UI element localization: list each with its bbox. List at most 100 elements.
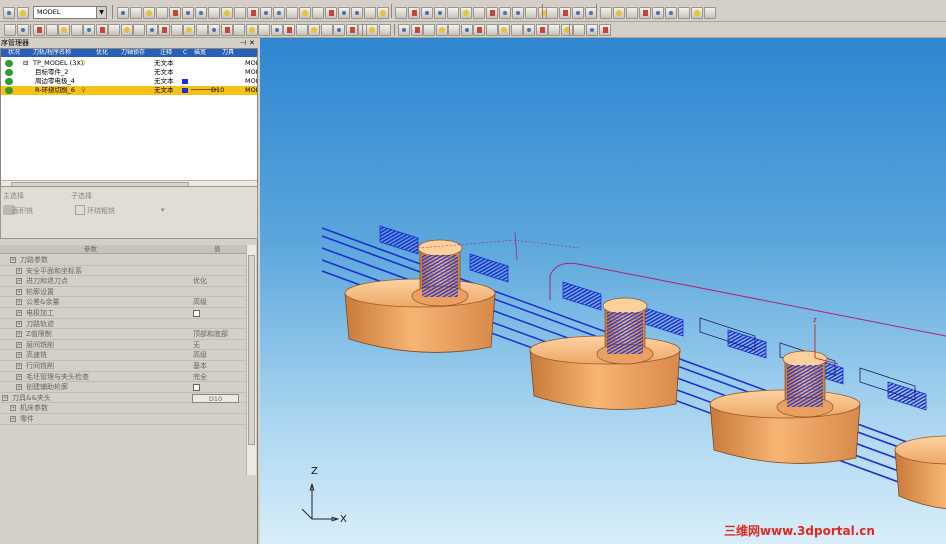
column-axis-lock[interactable]: 刀轴锁存 [121, 49, 145, 57]
toolbar-button-icon[interactable] [411, 24, 423, 36]
toolbar-button-icon[interactable] [599, 24, 611, 36]
toolbar-button-icon[interactable] [325, 7, 337, 19]
toolbar-button-icon[interactable] [260, 7, 272, 19]
tree-row[interactable]: 目标零件_2 无文本 MOD [1, 68, 257, 77]
toolbar-button-icon[interactable] [548, 24, 560, 36]
param-row[interactable]: + 轮廓设置 [0, 287, 246, 298]
toolbar-button-icon[interactable] [639, 7, 651, 19]
toolbar-button-icon[interactable] [573, 24, 585, 36]
toolbar-button-icon[interactable] [665, 7, 677, 19]
toolbar-button-icon[interactable] [117, 7, 129, 19]
toolbar-button-icon[interactable] [613, 7, 625, 19]
expand-icon[interactable]: + [16, 267, 22, 274]
toolbar-button-icon[interactable] [271, 24, 283, 36]
toolbar-button-icon[interactable] [286, 7, 298, 19]
toolbar-button-icon[interactable] [704, 7, 716, 19]
param-row[interactable]: + 安全平面和坐标系 [0, 266, 246, 277]
sub-select-value[interactable]: 环绕粗铣 [87, 206, 115, 216]
toolbar-button-icon[interactable] [473, 24, 485, 36]
toolbar-button-icon[interactable] [33, 24, 45, 36]
toolbar-button-icon[interactable] [652, 7, 664, 19]
param-row[interactable]: + 刀路参数 [0, 255, 246, 266]
toolbar-button-icon[interactable] [525, 7, 537, 19]
toolbar-button-icon[interactable] [133, 24, 145, 36]
param-row[interactable]: + 机床参数 [0, 403, 246, 414]
toolbar-button-icon[interactable] [338, 7, 350, 19]
toolbar-button-icon[interactable] [395, 7, 407, 19]
column-width[interactable]: 描宽 [194, 49, 206, 57]
toolbar-button-icon[interactable] [498, 24, 510, 36]
toolbar-button-icon[interactable] [221, 7, 233, 19]
toolbar-button-icon[interactable] [408, 7, 420, 19]
toolbar-button-icon[interactable] [600, 7, 612, 19]
toolbar-button-icon[interactable] [108, 24, 120, 36]
column-status[interactable]: 状况 [8, 49, 20, 57]
expand-icon[interactable]: + [16, 352, 22, 359]
toolbar-button-icon[interactable] [351, 7, 363, 19]
model-scene[interactable]: z [260, 38, 946, 544]
expand-icon[interactable]: + [16, 384, 22, 391]
column-optimize[interactable]: 优化 [96, 49, 108, 57]
expand-icon[interactable]: + [16, 310, 22, 316]
toolbar-button-icon[interactable] [143, 7, 155, 19]
tree-row-selected[interactable]: R-环绕切削_6 ♀ 无文本 ─────── D10 MOD [1, 86, 257, 95]
expand-icon[interactable]: + [16, 331, 22, 338]
toolbar-button-icon[interactable] [364, 7, 376, 19]
toolbar-button-icon[interactable] [486, 24, 498, 36]
tree-row[interactable]: 周边零电极_4 无文本 MOD [1, 77, 257, 86]
column-comment[interactable]: 注释 [160, 49, 172, 57]
toolbar-button-icon[interactable] [71, 24, 83, 36]
column-tool[interactable]: 刀具 [222, 49, 234, 57]
expand-icon[interactable]: + [16, 320, 22, 327]
toolbar-button-icon[interactable] [366, 24, 378, 36]
toolbar-button-icon[interactable] [146, 24, 158, 36]
param-row[interactable]: + 公差&余量 高级 [0, 297, 246, 308]
toolbar-button-icon[interactable] [559, 7, 571, 19]
column-name[interactable]: 刀轨/程序名称 [33, 49, 71, 57]
save-icon[interactable] [17, 7, 29, 19]
params-vscrollbar[interactable] [246, 245, 256, 475]
param-row[interactable]: + 进刀和退刀点 优化 [0, 276, 246, 287]
column-c[interactable]: C [183, 49, 187, 57]
toolbar-button-icon[interactable] [312, 7, 324, 19]
toolbar-button-icon[interactable] [398, 24, 410, 36]
toolbar-button-icon[interactable] [46, 24, 58, 36]
toolbar-button-icon[interactable] [96, 24, 108, 36]
expand-icon[interactable]: + [10, 405, 16, 412]
expand-icon[interactable]: + [16, 363, 22, 369]
toolbar-button-icon[interactable] [499, 7, 511, 19]
toolbar-button-icon[interactable] [523, 24, 535, 36]
toolbar-button-icon[interactable] [678, 7, 690, 19]
toolbar-button-icon[interactable] [447, 7, 459, 19]
open-icon[interactable] [3, 7, 15, 19]
param-checkbox[interactable] [193, 384, 200, 392]
toolbar-button-icon[interactable] [4, 24, 16, 36]
expand-icon[interactable]: + [10, 257, 16, 263]
toolbar-button-icon[interactable] [296, 24, 308, 36]
toolbar-button-icon[interactable] [486, 7, 498, 19]
param-row[interactable]: + 层间铣削 无 [0, 340, 246, 351]
toolbar-button-icon[interactable] [561, 24, 573, 36]
toolbar-button-icon[interactable] [333, 24, 345, 36]
expand-icon[interactable]: + [16, 288, 22, 295]
param-row[interactable]: + 创建辅助轮廓 [0, 382, 246, 393]
param-value[interactable]: 无 [193, 340, 200, 350]
toolbar-button-icon[interactable] [546, 7, 558, 19]
toolbar-button-icon[interactable] [283, 24, 295, 36]
toolbar-button-icon[interactable] [626, 7, 638, 19]
param-row[interactable]: + 刀路轨迹 [0, 319, 246, 330]
param-value[interactable]: 顶部和底部 [193, 329, 228, 339]
toolbar-button-icon[interactable] [346, 24, 358, 36]
toolbar-button-icon[interactable] [299, 7, 311, 19]
toolbar-button-icon[interactable] [258, 24, 270, 36]
toolbar-button-icon[interactable] [379, 24, 391, 36]
toolbar-button-icon[interactable] [461, 24, 473, 36]
toolbar-button-icon[interactable] [158, 24, 170, 36]
toolbar-button-icon[interactable] [436, 24, 448, 36]
toolbar-button-icon[interactable] [171, 24, 183, 36]
toolbar-button-icon[interactable] [246, 24, 258, 36]
toolbar-button-icon[interactable] [156, 7, 168, 19]
toolbar-button-icon[interactable] [130, 7, 142, 19]
param-row[interactable]: + 高速铣 高级 [0, 350, 246, 361]
expand-icon[interactable]: + [2, 394, 8, 401]
